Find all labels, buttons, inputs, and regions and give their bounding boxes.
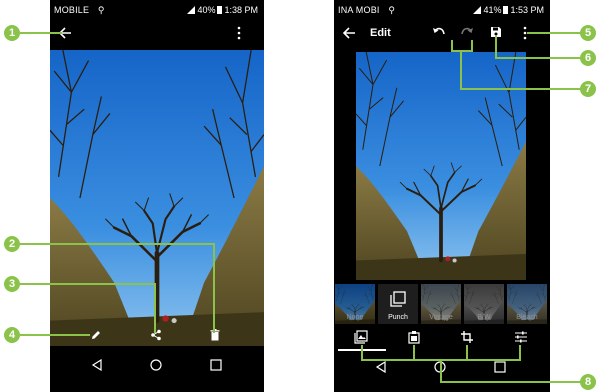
callout-5-line <box>527 32 583 34</box>
battery-icon <box>217 6 223 14</box>
trash-icon[interactable] <box>210 328 220 346</box>
filter-label: Bleach <box>516 314 538 321</box>
callout-4: 4 <box>4 327 20 343</box>
callout-8-tick-3 <box>466 345 468 360</box>
arrow-left-icon[interactable] <box>342 26 356 43</box>
photo <box>50 50 264 346</box>
more-vert-icon[interactable] <box>236 26 242 43</box>
callout-7-line <box>460 88 582 90</box>
callout-6: 6 <box>580 50 596 66</box>
status-bar: MOBILE ⚲ 40% 1:38 PM <box>50 0 264 22</box>
callout-3-line-v <box>154 283 156 333</box>
clock: 1:53 PM <box>510 5 544 15</box>
callout-8: 8 <box>580 374 596 390</box>
callout-6-line-v <box>495 36 497 58</box>
photo-filter-icon[interactable] <box>354 330 374 350</box>
more-vert-icon[interactable] <box>522 26 528 43</box>
carrier-label: MOBILE <box>54 5 90 15</box>
tune-icon[interactable] <box>514 330 534 350</box>
filter-label: Punch <box>388 314 408 321</box>
callout-2-line-v <box>213 243 215 333</box>
frame-icon[interactable] <box>407 330 427 350</box>
recents-icon[interactable] <box>210 358 222 376</box>
usb-icon: ⚲ <box>97 5 105 15</box>
callout-7-line-v3 <box>460 50 462 90</box>
nav-bar <box>334 352 550 392</box>
carrier-label: INA MOBI <box>338 5 380 15</box>
home-icon[interactable] <box>150 358 162 376</box>
battery-percent: 41% <box>483 5 502 15</box>
status-bar: INA MOBI ⚲ 41% 1:53 PM <box>334 0 550 22</box>
callout-2: 2 <box>4 236 20 252</box>
recents-icon[interactable] <box>494 360 506 378</box>
filter-label: Vintage <box>429 314 453 321</box>
callout-8-tick-4 <box>519 345 521 360</box>
callout-3-line <box>20 283 156 285</box>
callout-4-line <box>20 334 90 336</box>
crop-icon[interactable] <box>460 330 480 350</box>
callout-6-line <box>495 57 583 59</box>
filter-bleach[interactable]: Bleach <box>507 284 547 324</box>
filter-label: None <box>346 314 364 321</box>
clock: 1:38 PM <box>224 5 258 15</box>
callout-3: 3 <box>4 276 20 292</box>
battery-icon <box>503 6 509 14</box>
edit-photo <box>356 52 526 280</box>
back-icon[interactable] <box>91 358 103 376</box>
callout-8-tick-2 <box>413 345 415 360</box>
filter-none[interactable]: None <box>335 284 375 324</box>
back-icon[interactable] <box>375 360 387 378</box>
callout-7: 7 <box>580 81 596 97</box>
filter-bw[interactable]: B/W <box>464 284 504 324</box>
filter-vintage[interactable]: Vintage <box>421 284 461 324</box>
redo-icon[interactable] <box>460 26 474 41</box>
pencil-icon[interactable] <box>90 328 102 346</box>
callout-1-line <box>20 32 62 34</box>
callout-1: 1 <box>4 25 20 41</box>
callout-8-line <box>440 381 582 383</box>
callout-2-line <box>20 243 214 245</box>
callout-8-line-v <box>440 359 442 382</box>
callout-7-line-top <box>451 50 473 52</box>
filter-label: B/W <box>477 314 491 321</box>
undo-icon[interactable] <box>432 26 446 41</box>
filter-selected-icon <box>390 291 406 312</box>
filter-punch[interactable]: Punch <box>378 284 418 324</box>
page-title: Edit <box>370 27 391 39</box>
signal-icon <box>187 6 196 14</box>
callout-5: 5 <box>580 25 596 41</box>
battery-percent: 40% <box>197 5 216 15</box>
signal-icon <box>473 6 482 14</box>
share-icon[interactable] <box>150 328 162 346</box>
usb-icon: ⚲ <box>388 5 396 15</box>
nav-bar <box>50 350 264 386</box>
arrow-left-icon[interactable] <box>58 26 72 43</box>
callout-8-tick-1 <box>361 345 363 360</box>
